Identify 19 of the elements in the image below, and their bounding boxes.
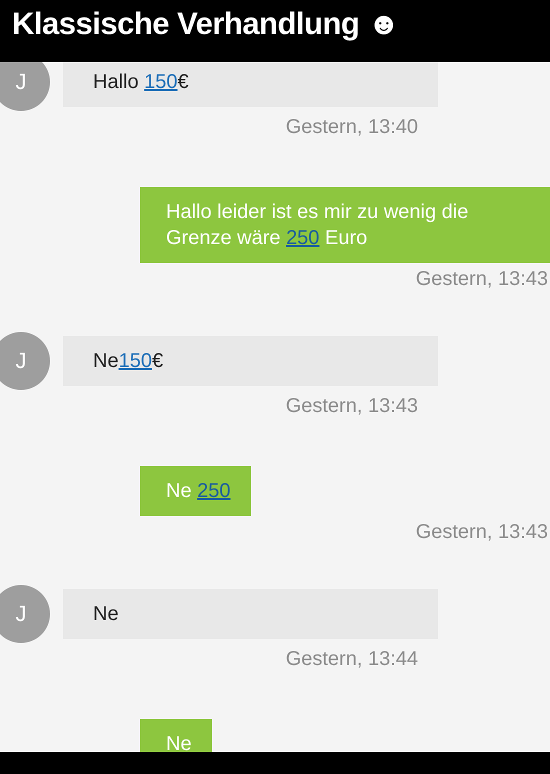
message-text: Ne	[93, 602, 119, 627]
message-text: Hallo 150€	[93, 70, 189, 95]
message-text: Hallo leider ist es mir zu wenig die Grenze wäre 250 Euro	[166, 200, 470, 251]
link[interactable]: 250	[286, 227, 320, 249]
avatar: J	[0, 585, 50, 643]
timestamp: Gestern, 13:43	[284, 395, 418, 417]
meme-title: Klassische Verhandlung ☻	[11, 5, 401, 43]
message-text: Ne 250	[166, 479, 230, 504]
message-text: Ne150€	[93, 349, 164, 374]
avatar: J	[0, 332, 50, 390]
message-text: Ne	[166, 732, 192, 752]
timestamp: Gestern, 13:43	[414, 521, 548, 543]
link[interactable]: 150	[144, 71, 178, 93]
link[interactable]: 250	[197, 480, 230, 502]
timestamp: Gestern, 13:40	[284, 116, 418, 138]
avatar: J	[0, 62, 50, 111]
timestamp: Gestern, 13:44	[284, 648, 418, 670]
timestamp: Gestern, 13:43	[414, 268, 548, 290]
link[interactable]: 150	[118, 350, 152, 372]
